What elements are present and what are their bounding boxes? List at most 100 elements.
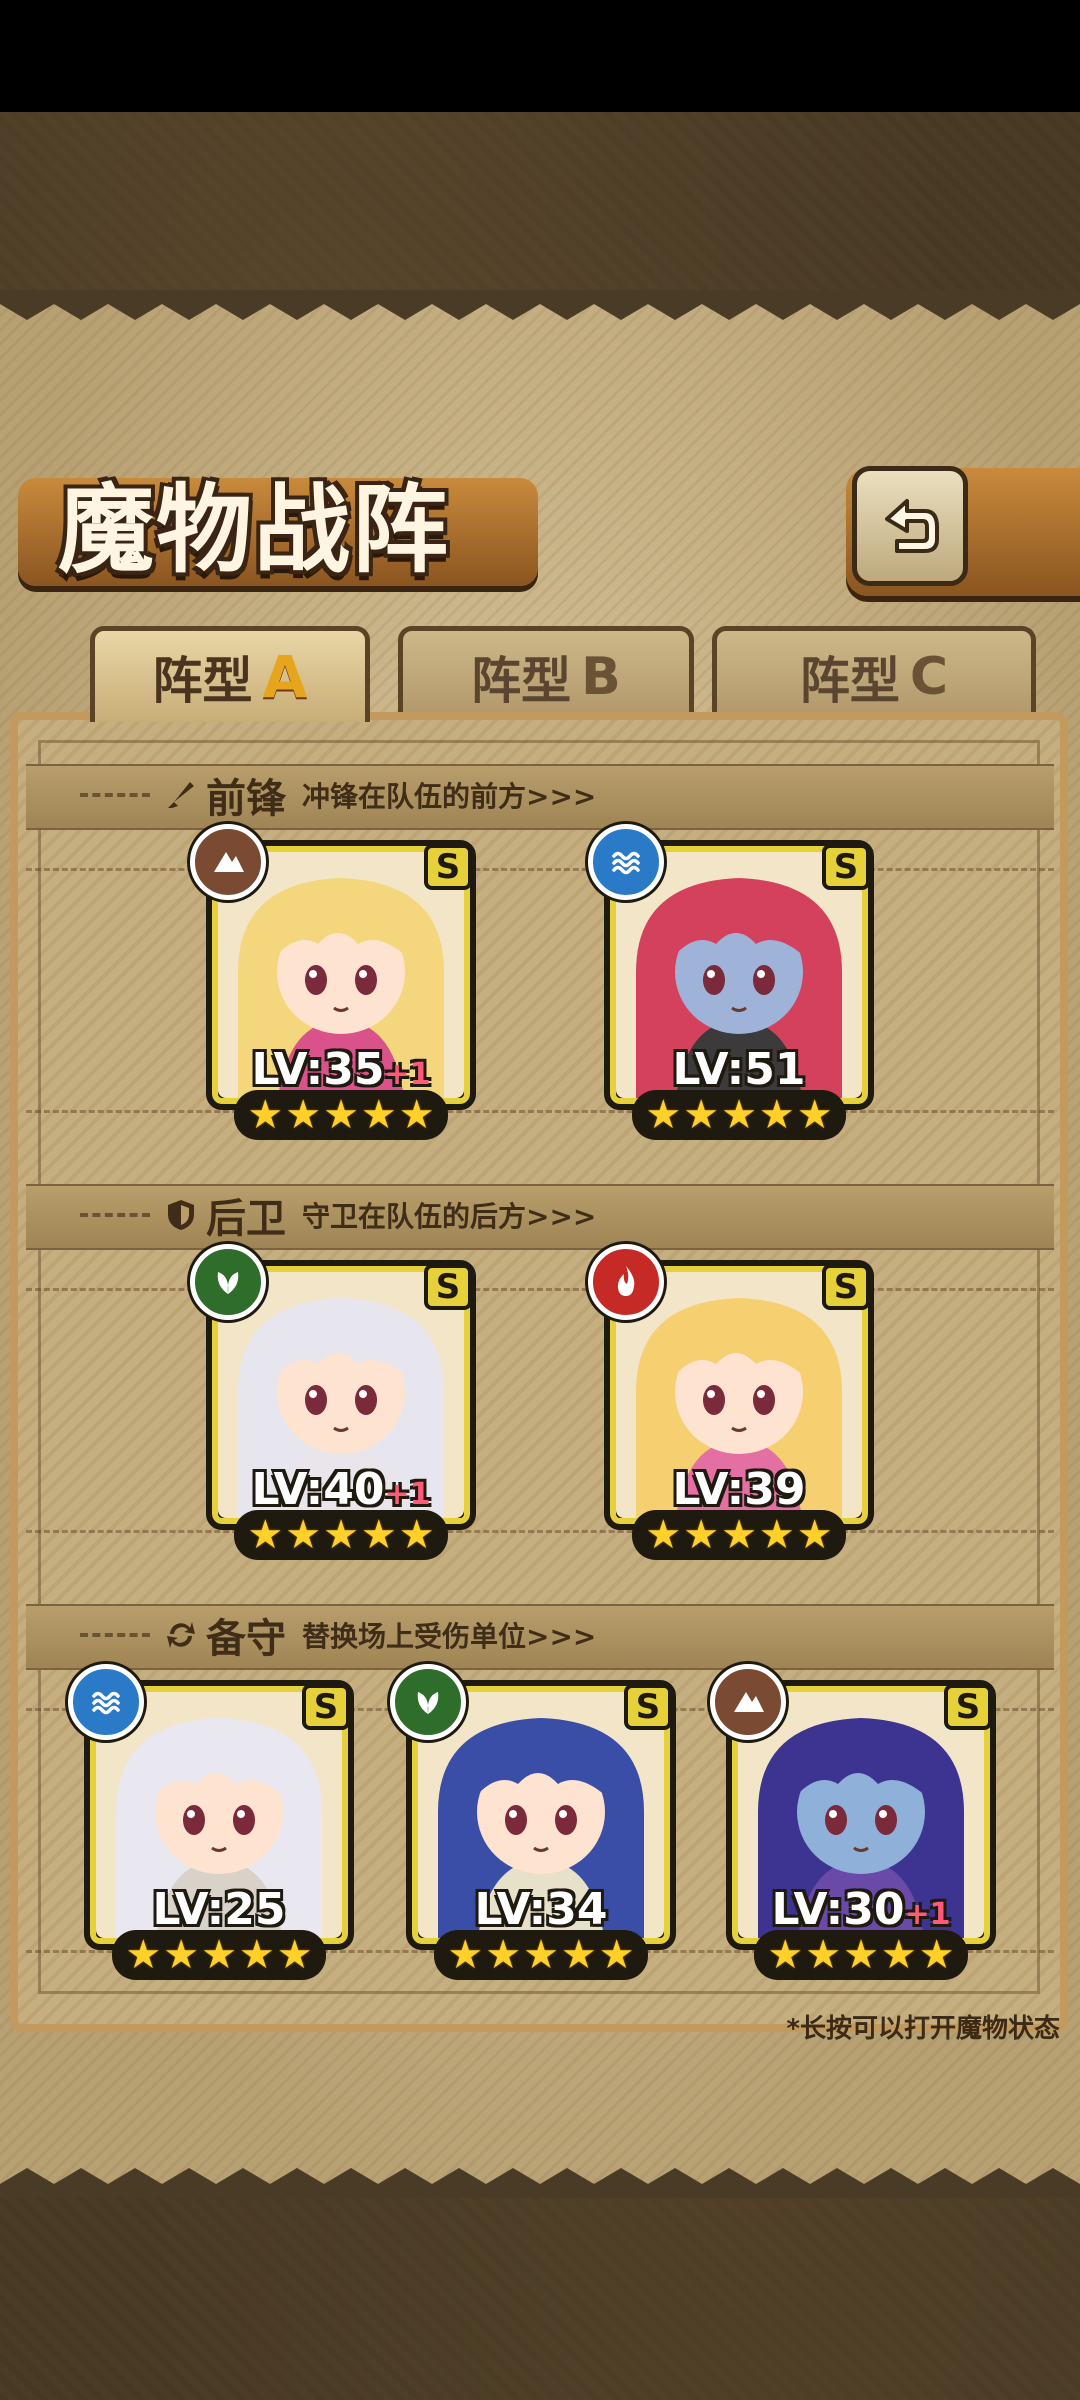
unit-level: LV:40+1 (206, 1464, 476, 1515)
water-element-icon (68, 1664, 144, 1740)
star-icon: ★ (767, 1932, 804, 1978)
sword-icon (168, 782, 194, 808)
star-icon: ★ (523, 1932, 559, 1978)
section-reserve: 备守 替换场上受伤单位>>> (80, 1604, 596, 1666)
wood-element-icon (190, 1244, 266, 1320)
star-icon: ★ (247, 1092, 284, 1138)
level-bonus: +1 (904, 1897, 951, 1932)
tab-label: 阵型 (799, 651, 900, 710)
tab-formation-a[interactable]: 阵型 A (90, 626, 370, 722)
star-icon: ★ (683, 1512, 720, 1558)
star-icon: ★ (323, 1092, 359, 1138)
star-rating: ★ ★ ★ ★ ★ (234, 1090, 448, 1140)
star-icon: ★ (285, 1092, 322, 1138)
unit-card[interactable]: S LV:35+1 ★ ★ ★ ★ ★ (190, 824, 476, 1140)
fire-element-icon (588, 1244, 664, 1320)
back-button[interactable] (852, 466, 968, 586)
rank-badge: S (424, 844, 472, 890)
wood-element-icon (390, 1664, 466, 1740)
star-icon: ★ (276, 1932, 313, 1978)
level-text: LV:30 (771, 1884, 905, 1935)
star-icon: ★ (880, 1932, 917, 1978)
star-icon: ★ (796, 1512, 833, 1558)
star-rating: ★ ★ ★ ★ ★ (754, 1930, 968, 1980)
unit-level: LV:35+1 (206, 1044, 476, 1095)
section-front: 前锋 冲锋在队伍的前方>>> (80, 764, 596, 826)
long-press-hint: *长按可以打开魔物状态 (786, 2014, 1060, 2044)
star-icon: ★ (398, 1512, 435, 1558)
torn-edge-top (0, 290, 1080, 320)
section-name: 备守 (206, 1615, 286, 1662)
level-text: LV:40 (251, 1464, 385, 1515)
unit-card[interactable]: S LV:39 ★ ★ ★ ★ ★ (588, 1244, 874, 1560)
star-rating: ★ ★ ★ ★ ★ (632, 1510, 846, 1560)
rank-badge: S (944, 1684, 992, 1730)
section-rear: 后卫 守卫在队伍的后方>>> (80, 1184, 596, 1246)
star-rating: ★ ★ ★ ★ ★ (434, 1930, 648, 1980)
tab-letter: B (581, 646, 621, 707)
star-icon: ★ (598, 1932, 635, 1978)
back-arrow-icon (885, 499, 939, 553)
level-text: LV:34 (474, 1884, 608, 1935)
star-icon: ★ (447, 1932, 484, 1978)
star-icon: ★ (285, 1512, 322, 1558)
unit-card[interactable]: S LV:34 ★ ★ ★ ★ ★ (390, 1664, 676, 1980)
unit-card[interactable]: S LV:30+1 ★ ★ ★ ★ ★ (710, 1664, 996, 1980)
swap-icon (167, 1622, 195, 1648)
section-name: 后卫 (206, 1195, 286, 1242)
tab-formation-c[interactable]: 阵型 C (712, 626, 1036, 722)
tab-label: 阵型 (471, 651, 572, 710)
unit-card[interactable]: S LV:51 ★ ★ ★ ★ ★ (588, 824, 874, 1140)
section-desc: 守卫在队伍的后方>>> (302, 1200, 597, 1233)
star-icon: ★ (238, 1932, 275, 1978)
star-icon: ★ (796, 1092, 833, 1138)
level-text: LV:39 (672, 1464, 806, 1515)
unit-card[interactable]: S LV:40+1 ★ ★ ★ ★ ★ (190, 1244, 476, 1560)
star-icon: ★ (683, 1092, 720, 1138)
tab-letter: C (909, 646, 949, 707)
unit-level: LV:30+1 (726, 1884, 996, 1935)
star-icon: ★ (201, 1932, 237, 1978)
unit-level: LV:39 (604, 1464, 874, 1515)
rank-badge: S (624, 1684, 672, 1730)
star-icon: ★ (360, 1092, 397, 1138)
star-icon: ★ (645, 1092, 682, 1138)
earth-element-icon (190, 824, 266, 900)
rank-badge: S (302, 1684, 350, 1730)
rank-badge: S (424, 1264, 472, 1310)
star-icon: ★ (721, 1512, 757, 1558)
star-icon: ★ (758, 1092, 795, 1138)
tab-letter: A (262, 642, 308, 711)
star-rating: ★ ★ ★ ★ ★ (632, 1090, 846, 1140)
level-text: LV:25 (152, 1884, 286, 1935)
rank-badge: S (822, 844, 870, 890)
star-icon: ★ (721, 1092, 757, 1138)
star-icon: ★ (485, 1932, 522, 1978)
level-text: LV:51 (672, 1044, 806, 1095)
unit-level: LV:25 (84, 1884, 354, 1935)
earth-element-icon (710, 1664, 786, 1740)
unit-level: LV:51 (604, 1044, 874, 1095)
tab-formation-b[interactable]: 阵型 B (398, 626, 694, 722)
star-icon: ★ (758, 1512, 795, 1558)
level-bonus: +1 (384, 1057, 431, 1092)
shield-icon (168, 1200, 194, 1230)
star-icon: ★ (918, 1932, 955, 1978)
level-text: LV:35 (251, 1044, 385, 1095)
star-rating: ★ ★ ★ ★ ★ (234, 1510, 448, 1560)
star-icon: ★ (125, 1932, 162, 1978)
section-desc: 冲锋在队伍的前方>>> (302, 780, 597, 813)
unit-level: LV:34 (406, 1884, 676, 1935)
unit-card[interactable]: S LV:25 ★ ★ ★ ★ ★ (68, 1664, 354, 1980)
page-title: 魔物战阵 (58, 473, 450, 586)
section-name: 前锋 (206, 775, 286, 822)
star-icon: ★ (398, 1092, 435, 1138)
star-icon: ★ (843, 1932, 879, 1978)
section-desc: 替换场上受伤单位>>> (302, 1620, 597, 1653)
star-icon: ★ (645, 1512, 682, 1558)
star-icon: ★ (163, 1932, 200, 1978)
torn-edge-bottom (0, 2168, 1080, 2198)
level-bonus: +1 (384, 1477, 431, 1512)
star-icon: ★ (247, 1512, 284, 1558)
rank-badge: S (822, 1264, 870, 1310)
